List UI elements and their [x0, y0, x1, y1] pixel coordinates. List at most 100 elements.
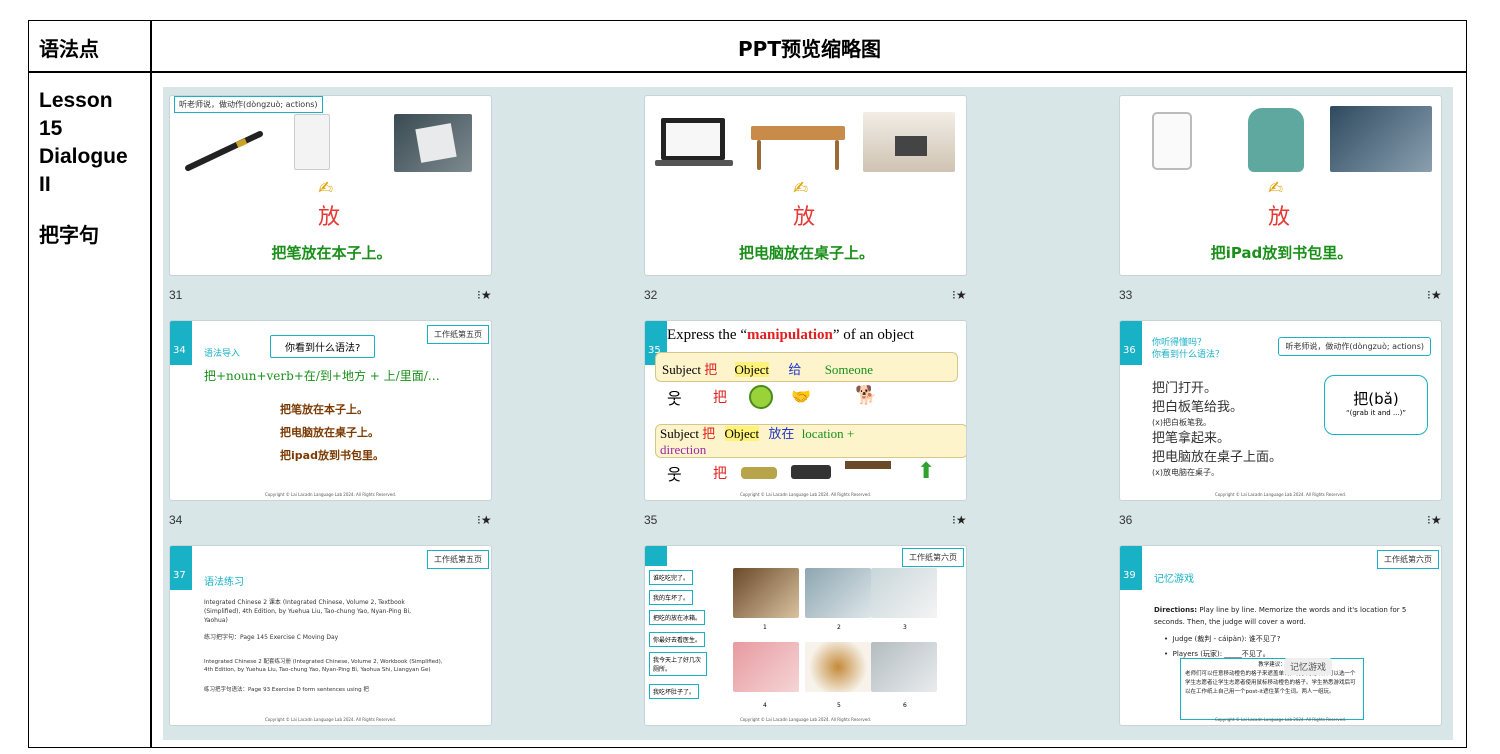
photo-number: 5 [837, 702, 841, 709]
slide-thumbnail-33[interactable]: ✍ 放 把iPad放到书包里。 [1119, 95, 1442, 276]
slide-accent-bar [645, 546, 667, 566]
workbook-reference: Integrated Chinese 2 配套练习册 (Integrated C… [204, 659, 443, 673]
slide-thumbnail-36[interactable]: 36 你听得懂吗？ 你看到什么语法？ 听老师说，做动作(dòngzuò; act… [1119, 320, 1442, 501]
slide-number: 32 [644, 288, 658, 302]
photo-number: 4 [763, 702, 767, 709]
laptop-on-desk-photo [863, 112, 955, 172]
example-line: (x)把白板笔我。 [1152, 418, 1211, 427]
slide-number: 31 [169, 288, 183, 302]
bullet-judge: • Judge (裁判 - cáipàn): 谁不见了? [1164, 635, 1281, 643]
example-sentence: 把笔放在本子上。 [280, 403, 368, 416]
slide-sentence: 把笔放在本子上。 [271, 244, 392, 262]
backpack-open-photo [1330, 106, 1432, 172]
dog-icon: 🐕 [855, 385, 878, 406]
copyright: Copyright © Lai Lacadn Language Lab 2024… [264, 717, 397, 722]
slide-title: 语法导入 [204, 349, 241, 359]
example-line: 把门打开。 [1152, 381, 1218, 396]
phrase-chip[interactable]: 我的车坏了。 [649, 590, 694, 605]
slide-tag: 听老师说，做动作(dòngzuò; actions) [174, 96, 323, 113]
slide-number: 36 [1119, 513, 1133, 527]
textbook-exercise: 练习把字句：Page 145 Exercise C Moving Day [204, 634, 339, 641]
pattern-row-gei: Subject 把 Object 给 Someone [655, 352, 958, 382]
photo-1 [733, 568, 799, 618]
slide-thumbnail-37[interactable]: 37 工作纸第五页 语法练习 Integrated Chinese 2 课本 (… [169, 545, 492, 726]
grammar-pattern: 把+noun+verb+在/到+地方 + 上/里面/… [204, 369, 440, 383]
photo-2 [805, 568, 871, 618]
photo-number: 1 [763, 624, 767, 631]
copyright: Copyright © Lai Lacadn Language Lab 2024… [1214, 717, 1347, 722]
example-sentence: 把ipad放到书包里。 [280, 449, 384, 462]
grammar-label: 把字句 [39, 223, 99, 247]
ba-callout: 把(bǎ) “(grab it and ...)” [1324, 375, 1428, 435]
photo-number: 2 [837, 624, 841, 631]
star-icon[interactable]: ⁝★ [1427, 513, 1442, 527]
verb-fang: 放 [793, 205, 816, 230]
pointing-hand-icon: ✍ [793, 178, 809, 199]
callout-sub: “(grab it and ...)” [1346, 409, 1406, 417]
ball-icon [749, 385, 773, 409]
star-icon[interactable]: ⁝★ [952, 513, 967, 527]
up-arrow-icon: ⬆ [917, 459, 936, 484]
slide-sentence: 把iPad放到书包里。 [1210, 244, 1353, 262]
stick-figure-icon: 웃 [667, 389, 682, 408]
tip-body: 老师们可以任意移动橙色的格子来遮盖单词。玩了几轮以后可以选一个学生志愿者让学生志… [1185, 671, 1356, 695]
money-icon [741, 467, 777, 479]
example-line: 把笔拿起来。 [1152, 431, 1231, 446]
notebook-image [294, 114, 330, 170]
slide-thumbnail-34[interactable]: 34 工作纸第五页 语法导入 你看到什么语法? 把+noun+verb+在/到+… [169, 320, 492, 501]
callout-main: 把(bǎ) [1353, 390, 1399, 408]
ba-char: 把 [713, 466, 727, 482]
photo-6 [871, 642, 937, 692]
header-ppt-preview: PPT预览缩略图 [738, 37, 881, 61]
star-icon[interactable]: ⁝★ [477, 288, 492, 302]
workbook-exercise: 练习把字句语法：Page 93 Exercise D form sentence… [204, 687, 369, 693]
example-line: 把白板笔给我。 [1152, 400, 1244, 415]
table-icon [845, 461, 891, 469]
backpack-image [1248, 108, 1304, 172]
laptop-base [655, 160, 733, 166]
phrase-chip[interactable]: 把吃的放在冰箱。 [649, 610, 706, 625]
example-line: 把电脑放在桌子上面。 [1152, 450, 1283, 465]
teaching-tip-box: 教学建议： 老师们可以任意移动橙色的格子来遮盖单词。玩了几轮以后可以选一个学生志… [1180, 658, 1364, 720]
slide-thumbnail-35[interactable]: 35 Express the “manipulation” of an obje… [644, 320, 967, 501]
star-icon[interactable]: ⁝★ [1427, 288, 1442, 302]
photo-number: 6 [903, 702, 907, 709]
slide-thumbnail-31[interactable]: 听老师说，做动作(dòngzuò; actions) ✍ 放 把笔放在本子上。 [169, 95, 492, 276]
notebook-pen-photo [394, 114, 472, 172]
pen-image [182, 126, 264, 176]
tip-title: 教学建议： [1258, 662, 1286, 668]
photo-5 [805, 642, 871, 692]
memory-game-overlay: 记忆游戏 [1284, 658, 1333, 675]
slide-accent-bar: 39 [1120, 546, 1142, 590]
table-image [751, 126, 845, 140]
textbook-reference: Integrated Chinese 2 课本 (Integrated Chin… [204, 599, 412, 624]
slide-title-2: 你看到什么语法？ [1152, 350, 1225, 360]
phrase-chip[interactable]: 我今天上了好几次厕所。 [649, 652, 707, 676]
copyright: Copyright © Lai Lacadn Language Lab 2024… [1214, 492, 1347, 497]
example-sentence: 把电脑放在桌子上。 [280, 426, 379, 439]
slide-sentence: 把电脑放在桌子上。 [738, 244, 874, 262]
laptop-image [661, 118, 725, 160]
table-leg [757, 140, 761, 170]
copyright: Copyright © Lai Lacadn Language Lab 2024… [264, 492, 397, 497]
slide-number: 35 [644, 513, 658, 527]
pointing-hand-icon: ✍ [1268, 178, 1284, 199]
verb-fang: 放 [318, 205, 341, 230]
slide-thumbnail-38[interactable]: 工作纸第六页 谁吃吃完了。 我的车坏了。 把吃的放在冰箱。 你最好去看医生。 我… [644, 545, 967, 726]
hand-giving-icon [791, 465, 831, 479]
phrase-chip[interactable]: 谁吃吃完了。 [649, 570, 694, 585]
slide-tag: 工作纸第五页 [427, 325, 489, 344]
example-line: (x)放电脑在桌子。 [1152, 468, 1219, 477]
directions-text: Directions: Play line by line. Memorize … [1154, 606, 1407, 626]
slide-thumbnail-32[interactable]: ✍ 放 把电脑放在桌子上。 [644, 95, 967, 276]
phrase-chip[interactable]: 你最好去看医生。 [649, 632, 706, 647]
photo-3 [871, 568, 937, 618]
lesson-cell: Lesson 15 Dialogue II 把字句 [39, 87, 139, 249]
slide-thumbnail-39[interactable]: 39 工作纸第六页 记忆游戏 Directions: Play line by … [1119, 545, 1442, 726]
slide-accent-bar: 37 [170, 546, 192, 590]
star-icon[interactable]: ⁝★ [477, 513, 492, 527]
phrase-chip[interactable]: 我吃坏肚子了。 [649, 684, 700, 699]
verb-fang: 放 [1268, 205, 1291, 230]
slide-tag: 工作纸第五页 [427, 550, 489, 569]
star-icon[interactable]: ⁝★ [952, 288, 967, 302]
